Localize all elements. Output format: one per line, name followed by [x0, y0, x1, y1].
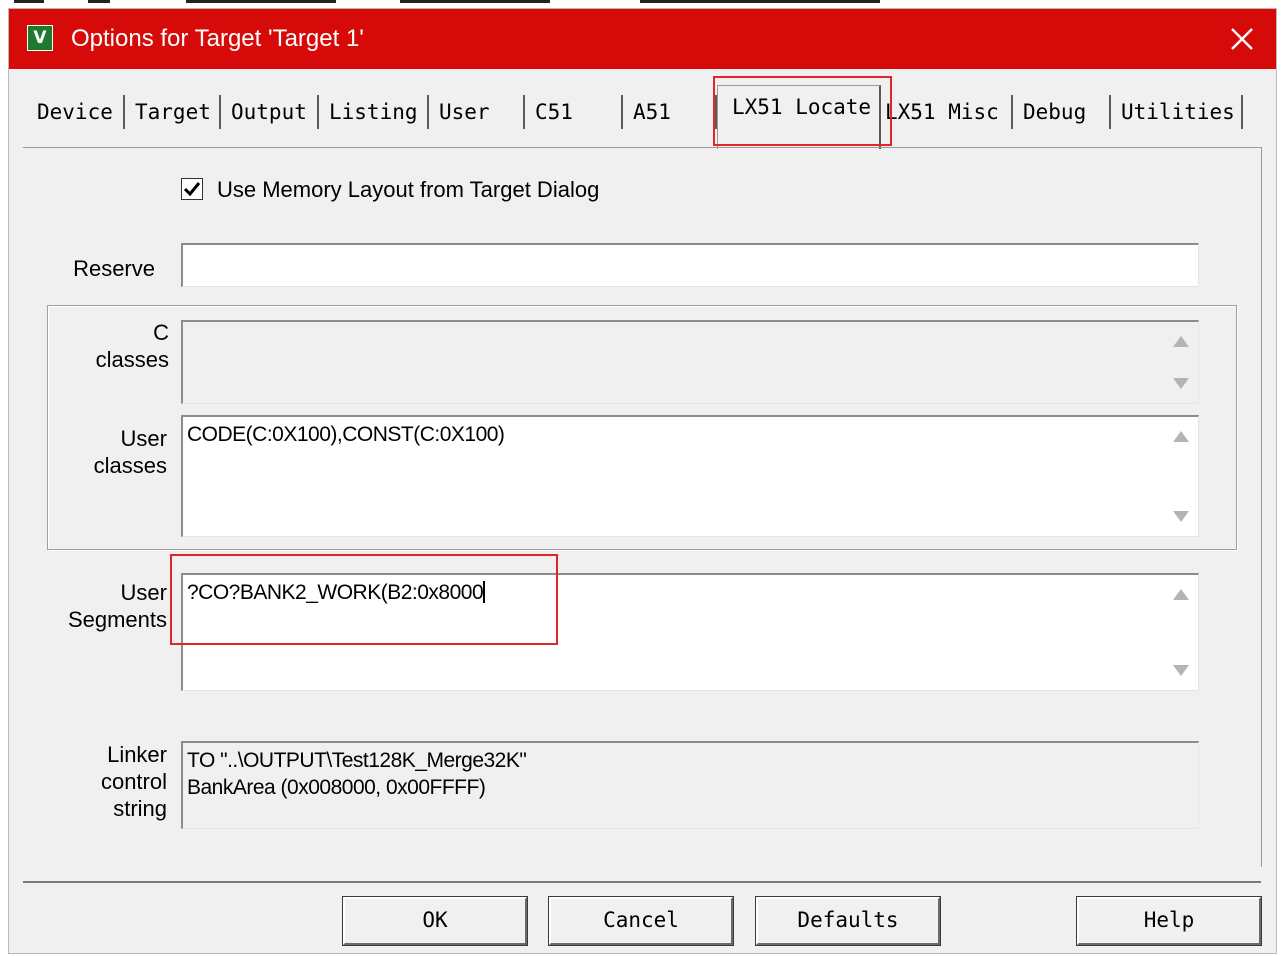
c-classes-label-line2: classes: [95, 347, 169, 372]
title-bar: V Options for Target 'Target 1': [9, 9, 1276, 69]
defaults-button[interactable]: Defaults: [755, 896, 941, 946]
linker-label-line2: control: [100, 769, 167, 794]
tab-lx51-misc[interactable]: LX51 Misc: [883, 95, 1013, 129]
tab-c51[interactable]: C51: [527, 95, 623, 129]
reserve-label: Reserve: [73, 256, 155, 281]
tab-output[interactable]: Output: [223, 95, 319, 129]
checkmark-icon: [183, 182, 201, 197]
linker-control-line1: TO "..\OUTPUT\Test128K_Merge32K": [187, 749, 527, 772]
tab-a51[interactable]: A51: [625, 95, 717, 129]
linker-control-field: TO "..\OUTPUT\Test128K_Merge32K" BankAre…: [181, 741, 1199, 829]
cropped-caption-strip: [0, 0, 1285, 8]
user-classes-scrollbar[interactable]: [1164, 417, 1198, 536]
help-button[interactable]: Help: [1076, 896, 1262, 946]
user-segments-scrollbar[interactable]: [1164, 575, 1198, 690]
use-memory-layout-label: Use Memory Layout from Target Dialog: [217, 177, 600, 202]
use-memory-layout-checkbox[interactable]: [181, 178, 203, 200]
user-segments-label-line2: Segments: [67, 607, 167, 632]
options-dialog: V Options for Target 'Target 1' Device T…: [8, 8, 1277, 954]
reserve-input[interactable]: [181, 243, 1199, 287]
tab-user[interactable]: User: [431, 95, 525, 129]
tab-strip: Device Target Output Listing User C51 A5…: [9, 79, 1276, 149]
linker-label-line3: string: [113, 796, 167, 821]
c-classes-scrollbar[interactable]: [1164, 322, 1198, 403]
tab-device[interactable]: Device: [29, 95, 125, 129]
ok-button[interactable]: OK: [342, 896, 528, 946]
c-classes-label-line1: C: [153, 320, 169, 345]
tab-debug[interactable]: Debug: [1015, 95, 1111, 129]
tab-target[interactable]: Target: [127, 95, 221, 129]
scroll-down-arrow-icon[interactable]: [1173, 511, 1189, 522]
scroll-up-arrow-icon[interactable]: [1173, 431, 1189, 442]
c-classes-field: [181, 320, 1199, 404]
user-classes-value: CODE(C:0X100),CONST(C:0X100): [187, 423, 505, 446]
scroll-up-arrow-icon[interactable]: [1173, 589, 1189, 600]
close-icon: [1231, 28, 1253, 50]
tab-panel-border: [23, 147, 1261, 148]
user-classes-label-line1: User: [120, 426, 167, 451]
button-area-divider: [23, 881, 1261, 883]
keil-uvision-icon: V: [27, 25, 53, 51]
cancel-button[interactable]: Cancel: [548, 896, 734, 946]
user-classes-label-line2: classes: [93, 453, 167, 478]
window-title: Options for Target 'Target 1': [71, 25, 364, 52]
highlight-box-user-segments: [170, 554, 558, 645]
tab-listing[interactable]: Listing: [321, 95, 429, 129]
linker-control-line2: BankArea (0x008000, 0x00FFFF): [187, 776, 486, 799]
highlight-box-tab: [713, 76, 892, 146]
tab-panel-border-right: [1261, 147, 1262, 867]
scroll-down-arrow-icon[interactable]: [1173, 378, 1189, 389]
user-segments-label-line1: User: [120, 580, 167, 605]
scroll-down-arrow-icon[interactable]: [1173, 665, 1189, 676]
close-button[interactable]: [1222, 19, 1262, 59]
tab-utilities[interactable]: Utilities: [1113, 95, 1243, 129]
linker-label-line1: Linker: [107, 742, 167, 767]
user-classes-textarea[interactable]: CODE(C:0X100),CONST(C:0X100): [181, 415, 1199, 537]
scroll-up-arrow-icon[interactable]: [1173, 336, 1189, 347]
